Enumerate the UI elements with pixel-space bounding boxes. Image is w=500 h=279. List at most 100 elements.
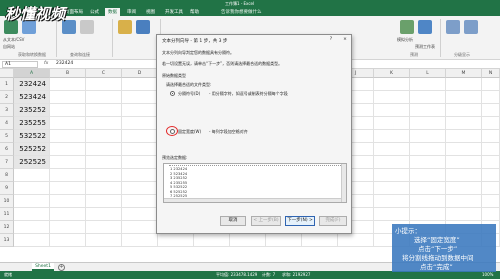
group-rows-icon[interactable]	[446, 20, 460, 34]
delimited-label[interactable]: 分隔符号(D)	[178, 91, 200, 97]
cell-l2[interactable]	[410, 91, 446, 104]
cell-d10[interactable]	[122, 195, 158, 208]
column-header-k[interactable]: K	[374, 69, 410, 78]
what-if-button[interactable]: 模拟分析	[397, 37, 413, 43]
cell-b7[interactable]	[50, 156, 86, 169]
cell-b12[interactable]	[50, 221, 86, 234]
cell-k4[interactable]	[374, 117, 410, 130]
cell-d12[interactable]	[122, 221, 158, 234]
cell-m6[interactable]	[446, 143, 482, 156]
cell-n4[interactable]	[482, 117, 500, 130]
row-header[interactable]: 8	[0, 169, 14, 182]
fx-icon[interactable]: fx	[44, 61, 48, 66]
cell-a2[interactable]: 523424	[14, 91, 50, 104]
cell-b8[interactable]	[50, 169, 86, 182]
cell-l10[interactable]	[410, 195, 446, 208]
cell-b13[interactable]	[50, 234, 86, 247]
cell-k2[interactable]	[374, 91, 410, 104]
tab-help[interactable]: 帮助	[187, 8, 202, 16]
cell-d9[interactable]	[122, 182, 158, 195]
row-header[interactable]: 3	[0, 104, 14, 117]
preview-horizontal-scrollbar[interactable]	[164, 198, 341, 202]
column-header-c[interactable]: C	[86, 69, 122, 78]
forecast-sheet-icon[interactable]	[418, 20, 432, 34]
cell-b3[interactable]	[50, 104, 86, 117]
cell-n1[interactable]	[482, 78, 500, 91]
tell-me-search[interactable]: 告诉我你想要做什么	[218, 8, 265, 16]
cell-c11[interactable]	[86, 208, 122, 221]
sort-icon[interactable]	[118, 20, 132, 34]
fixed-width-label[interactable]: 固定宽度(W)	[178, 129, 201, 135]
cell-c2[interactable]	[86, 91, 122, 104]
cell-c4[interactable]	[86, 117, 122, 130]
cell-d8[interactable]	[122, 169, 158, 182]
cell-n11[interactable]	[482, 208, 500, 221]
column-header-l[interactable]: L	[410, 69, 446, 78]
column-header-a[interactable]: A	[14, 69, 50, 78]
cell-b4[interactable]	[50, 117, 86, 130]
cell-n6[interactable]	[482, 143, 500, 156]
column-header-d[interactable]: D	[122, 69, 158, 78]
cell-n7[interactable]	[482, 156, 500, 169]
cell-m3[interactable]	[446, 104, 482, 117]
column-header-n[interactable]: N	[482, 69, 500, 78]
close-icon[interactable]: ×	[341, 37, 349, 44]
cell-m11[interactable]	[446, 208, 482, 221]
cell-l1[interactable]	[410, 78, 446, 91]
cell-d13[interactable]	[122, 234, 158, 247]
cell-b9[interactable]	[50, 182, 86, 195]
cell-c12[interactable]	[86, 221, 122, 234]
cell-b2[interactable]	[50, 91, 86, 104]
cell-k8[interactable]	[374, 169, 410, 182]
cell-m1[interactable]	[446, 78, 482, 91]
cell-n5[interactable]	[482, 130, 500, 143]
cell-b6[interactable]	[50, 143, 86, 156]
cell-d1[interactable]	[122, 78, 158, 91]
ungroup-rows-icon[interactable]	[464, 20, 478, 34]
tab-view[interactable]: 视图	[143, 8, 158, 16]
cell-k10[interactable]	[374, 195, 410, 208]
cell-l7[interactable]	[410, 156, 446, 169]
row-header[interactable]: 13	[0, 234, 14, 247]
cell-m8[interactable]	[446, 169, 482, 182]
cell-c8[interactable]	[86, 169, 122, 182]
cell-a7[interactable]: 252525	[14, 156, 50, 169]
what-if-icon[interactable]	[400, 20, 414, 34]
cell-a12[interactable]	[14, 221, 50, 234]
select-all-corner[interactable]	[0, 69, 14, 78]
row-header[interactable]: 2	[0, 91, 14, 104]
cell-a10[interactable]	[14, 195, 50, 208]
cell-k7[interactable]	[374, 156, 410, 169]
cell-n8[interactable]	[482, 169, 500, 182]
queries-icon[interactable]	[80, 20, 94, 34]
zoom-level[interactable]: 100%	[482, 272, 493, 277]
cell-m2[interactable]	[446, 91, 482, 104]
cell-d5[interactable]	[122, 130, 158, 143]
cell-a11[interactable]	[14, 208, 50, 221]
cell-c9[interactable]	[86, 182, 122, 195]
cell-c3[interactable]	[86, 104, 122, 117]
cell-a6[interactable]: 525252	[14, 143, 50, 156]
cell-a5[interactable]: 532522	[14, 130, 50, 143]
cell-b10[interactable]	[50, 195, 86, 208]
cell-a9[interactable]	[14, 182, 50, 195]
cell-c5[interactable]	[86, 130, 122, 143]
name-box[interactable]: A1	[2, 61, 38, 68]
cell-l11[interactable]	[410, 208, 446, 221]
cell-k1[interactable]	[374, 78, 410, 91]
cell-c7[interactable]	[86, 156, 122, 169]
row-header[interactable]: 10	[0, 195, 14, 208]
row-header[interactable]: 7	[0, 156, 14, 169]
row-header[interactable]: 4	[0, 117, 14, 130]
cell-l6[interactable]	[410, 143, 446, 156]
tab-developer[interactable]: 开发工具	[162, 8, 186, 16]
back-button[interactable]: < 上一步(B)	[251, 216, 281, 226]
from-text-csv-button[interactable]: 从文本/CSV	[3, 37, 24, 43]
formula-input[interactable]: 232424	[56, 61, 73, 66]
cell-n9[interactable]	[482, 182, 500, 195]
cell-d11[interactable]	[122, 208, 158, 221]
sheet-tab[interactable]: Sheet1	[32, 263, 54, 271]
cell-a3[interactable]: 235252	[14, 104, 50, 117]
next-button[interactable]: 下一步(N) >	[285, 216, 315, 226]
filter-icon[interactable]	[136, 20, 150, 34]
